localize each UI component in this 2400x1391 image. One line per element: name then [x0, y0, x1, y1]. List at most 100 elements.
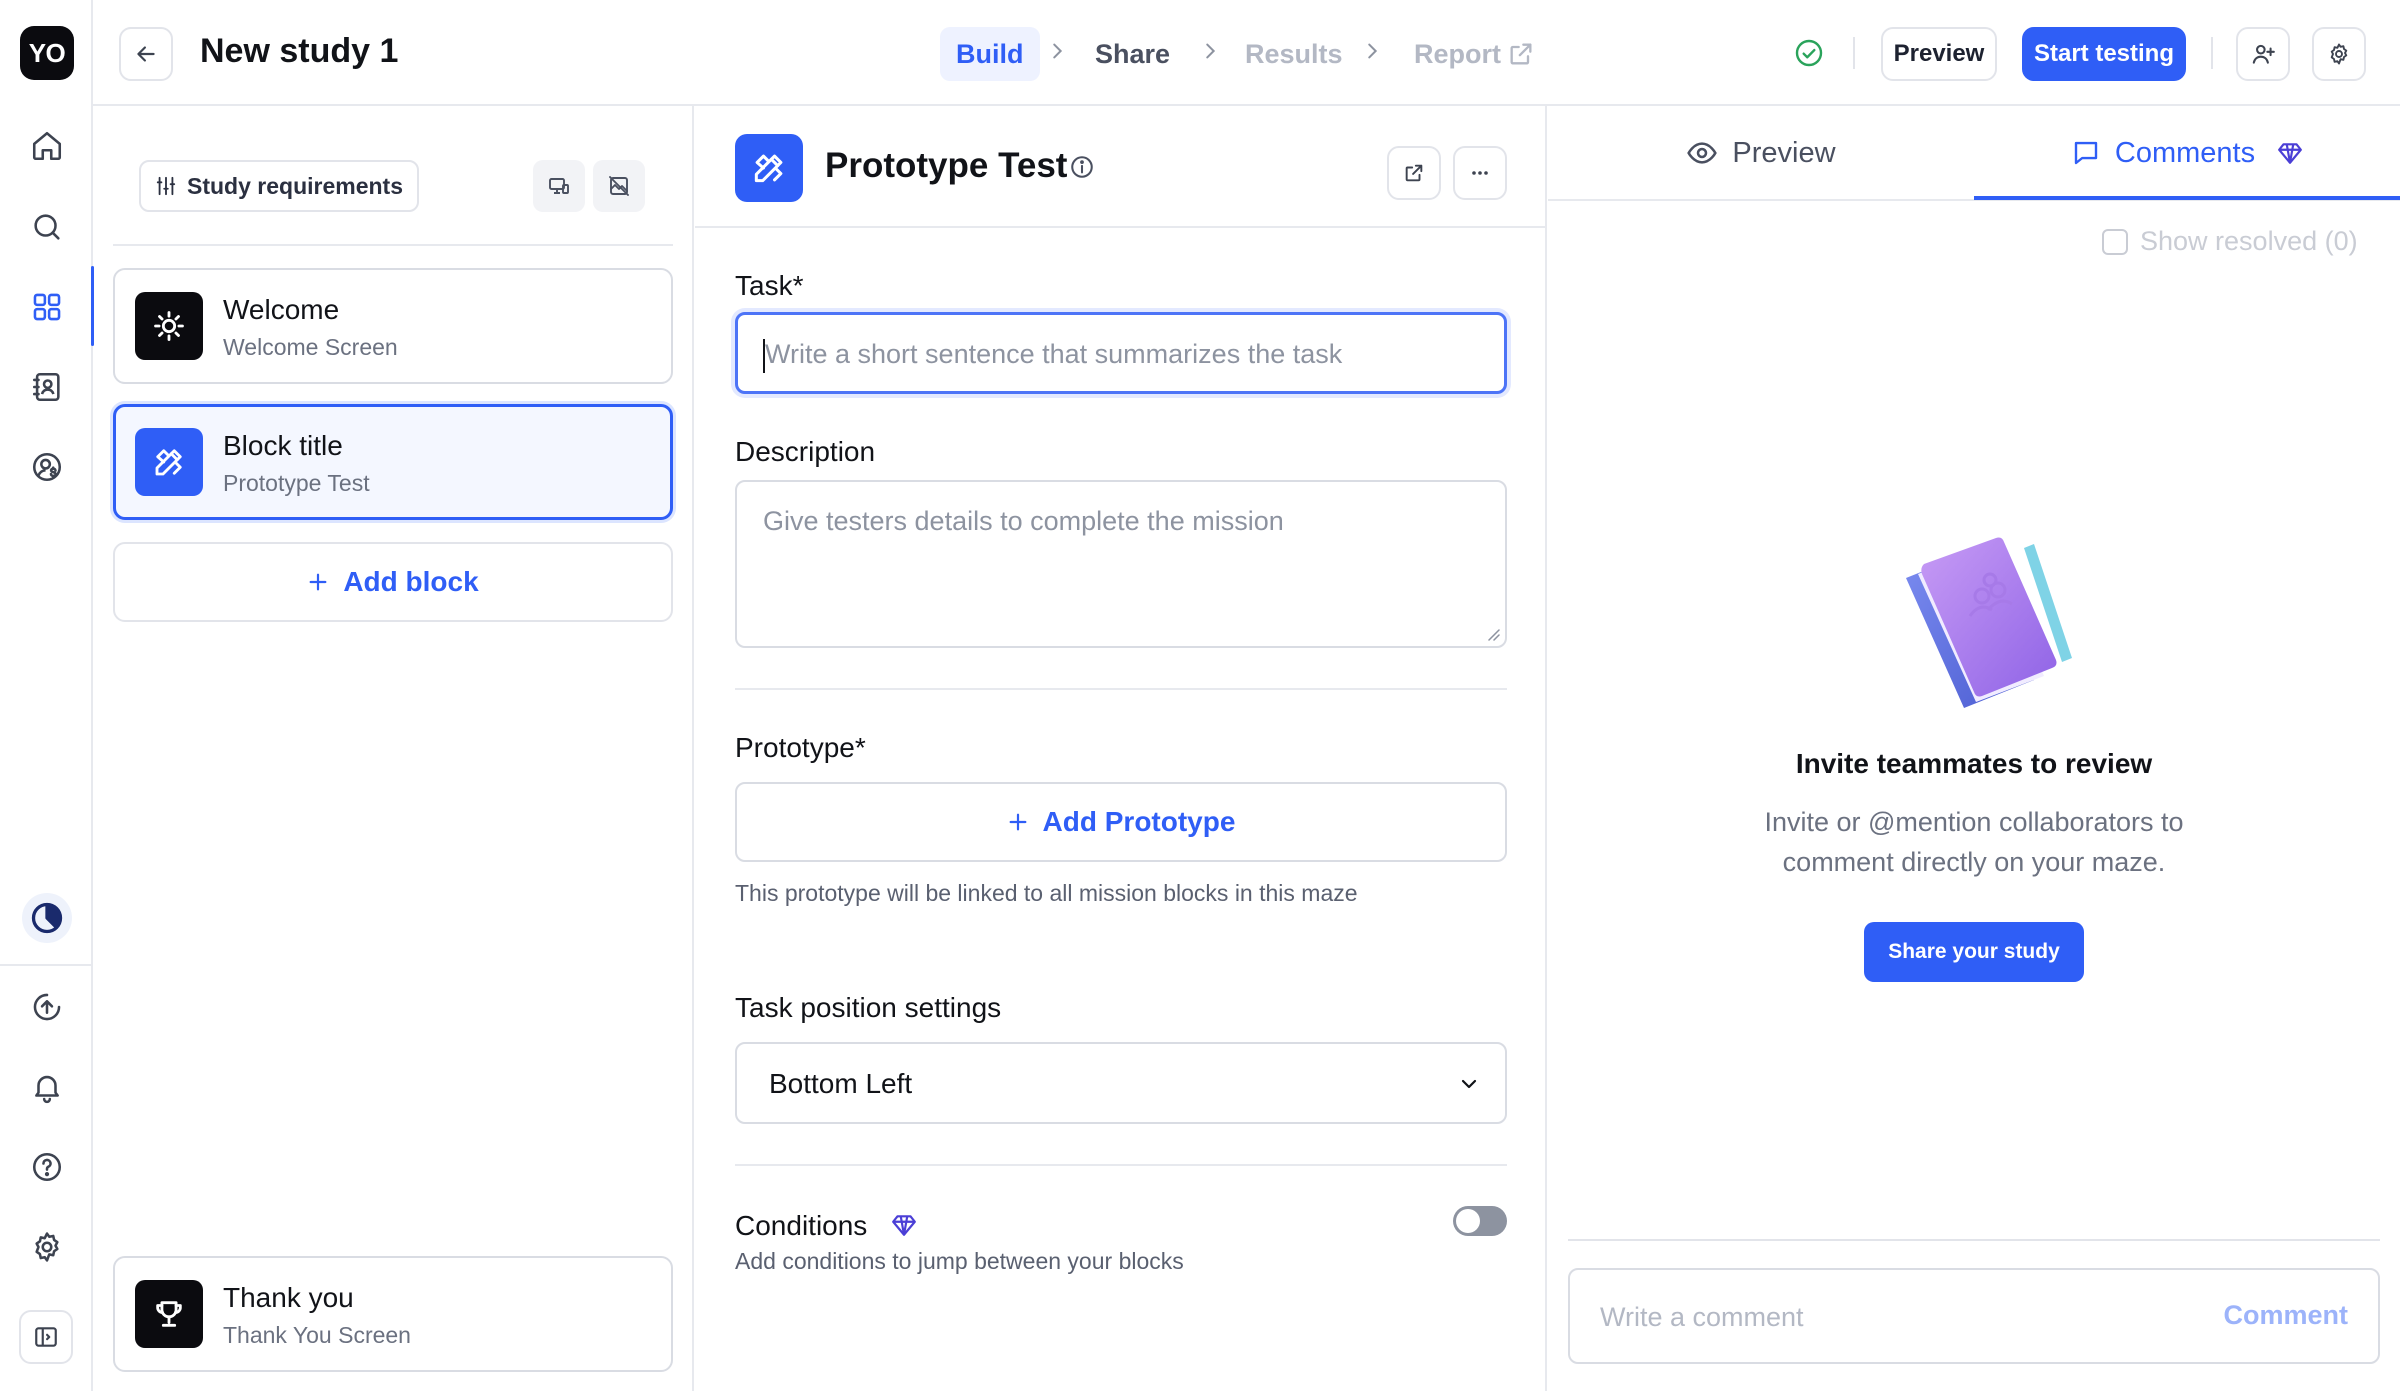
prototype-icon	[135, 428, 203, 496]
conditions-helper-text: Add conditions to jump between your bloc…	[735, 1248, 1184, 1274]
comments-panel: Preview Comments Show resolved (0) Invit…	[1548, 106, 2400, 1391]
gear-icon	[2330, 43, 2348, 65]
grid-icon[interactable]	[22, 282, 72, 332]
tab-active-indicator	[1974, 196, 2400, 200]
devices-icon	[549, 178, 569, 194]
info-icon[interactable]	[1069, 154, 1095, 180]
task-position-select[interactable]: Bottom Left	[735, 1042, 1507, 1124]
eye-icon	[1687, 142, 1718, 164]
chevron-right-icon	[1199, 40, 1221, 62]
open-external-button[interactable]	[1387, 146, 1441, 200]
add-prototype-button[interactable]: Add Prototype	[735, 782, 1507, 862]
editor-header: Prototype Test	[695, 106, 1547, 228]
arrow-left-icon	[137, 46, 155, 62]
comment-submit-button[interactable]: Comment	[2223, 1300, 2348, 1331]
prototype-icon	[735, 134, 803, 202]
back-button[interactable]	[119, 27, 173, 81]
block-card-prototype[interactable]: Block title Prototype Test	[113, 404, 673, 520]
comment-divider	[1568, 1239, 2380, 1241]
block-subtitle: Prototype Test	[223, 470, 370, 496]
plus-icon	[309, 573, 327, 591]
comment-input[interactable]: Write a comment Comment	[1568, 1268, 2380, 1364]
prototype-label: Prototype*	[735, 732, 866, 763]
step-share[interactable]: Share	[1095, 30, 1170, 78]
tab-comments[interactable]: Comments	[1974, 106, 2400, 200]
tab-preview[interactable]: Preview	[1548, 106, 1974, 200]
hide-images-button[interactable]	[593, 160, 645, 212]
bell-icon[interactable]	[22, 1062, 72, 1112]
checkbox-box[interactable]	[2102, 228, 2128, 255]
tab-preview-label: Preview	[1732, 136, 1836, 169]
sidebar-toggle-icon[interactable]	[19, 1310, 73, 1364]
share-study-button[interactable]: Share your study	[1864, 922, 2084, 982]
section-divider	[735, 688, 1507, 690]
more-options-button[interactable]	[1453, 146, 1507, 200]
plus-icon	[1009, 813, 1026, 831]
invite-title: Invite teammates to review	[1795, 748, 2153, 779]
block-title: Thank you	[223, 1282, 354, 1313]
tab-comments-label: Comments	[2114, 136, 2256, 169]
chevron-right-icon	[1361, 40, 1383, 62]
required-mark: *	[792, 270, 804, 301]
more-horizontal-icon	[1472, 171, 1488, 175]
home-icon[interactable]	[22, 121, 72, 171]
resize-handle-icon[interactable]	[1486, 627, 1500, 641]
block-title: Block title	[223, 430, 343, 461]
device-preview-button[interactable]	[533, 160, 585, 212]
external-link-icon	[1405, 164, 1423, 182]
task-label: Task*	[735, 270, 804, 301]
external-link-icon	[1507, 40, 1535, 68]
trophy-icon	[135, 1280, 203, 1348]
diamond-icon	[2278, 143, 2303, 164]
help-icon[interactable]	[22, 1142, 72, 1192]
block-card-welcome[interactable]: Welcome Welcome Screen	[113, 268, 673, 384]
show-resolved-label: Show resolved (0)	[2140, 226, 2358, 256]
contacts-icon[interactable]	[22, 362, 72, 412]
task-position-value: Bottom Left	[769, 1068, 913, 1099]
description-textarea[interactable]: Give testers details to complete the mis…	[735, 480, 1507, 648]
add-block-button[interactable]: Add block	[113, 542, 673, 622]
task-placeholder: Write a short sentence that summarizes t…	[765, 339, 1343, 369]
section-divider	[735, 1164, 1507, 1166]
description-placeholder: Give testers details to complete the mis…	[763, 506, 1284, 536]
add-block-label: Add block	[343, 566, 479, 597]
user-dollar-icon[interactable]	[22, 442, 72, 492]
preview-button[interactable]: Preview	[1881, 27, 1997, 81]
step-report: Report	[1414, 39, 1501, 69]
prototype-helper-text: This prototype will be linked to all mis…	[735, 880, 1358, 906]
add-prototype-label: Add Prototype	[1042, 806, 1236, 837]
chevron-down-icon	[1457, 1072, 1481, 1096]
saved-check-icon	[1793, 37, 1825, 69]
study-title[interactable]: New study 1	[200, 32, 398, 71]
user-plus-icon	[2252, 44, 2275, 64]
header-divider	[2211, 37, 2213, 69]
gear-icon[interactable]	[22, 1222, 72, 1272]
clock-pie-icon[interactable]	[22, 893, 72, 943]
settings-button[interactable]	[2312, 27, 2366, 81]
conditions-label: Conditions	[735, 1210, 868, 1241]
block-card-thank-you[interactable]: Thank you Thank You Screen	[113, 1256, 673, 1372]
start-testing-button[interactable]: Start testing	[2022, 27, 2186, 81]
sliders-icon	[156, 176, 176, 196]
upload-circle-icon[interactable]	[22, 982, 72, 1032]
step-build[interactable]: Build	[940, 27, 1040, 81]
block-editor: Prototype Test Task* Write a short sente…	[695, 106, 1547, 1391]
image-off-icon	[609, 176, 629, 196]
header-divider	[1853, 37, 1855, 69]
blocks-panel: Study requirements Welcome Welcome Scree…	[93, 106, 694, 1391]
rail-divider	[0, 964, 93, 966]
study-requirements-button[interactable]: Study requirements	[139, 160, 419, 212]
editor-title: Prototype Test	[825, 146, 1068, 185]
show-resolved-checkbox[interactable]: Show resolved (0)	[2102, 226, 2358, 257]
workspace-logo[interactable]: YO	[20, 26, 74, 80]
comment-placeholder: Write a comment	[1600, 1302, 1804, 1332]
toggle-knob	[1456, 1209, 1480, 1233]
invite-user-button[interactable]	[2236, 27, 2290, 81]
notebook-illustration	[1884, 530, 2074, 710]
task-input[interactable]: Write a short sentence that summarizes t…	[735, 312, 1507, 394]
invite-text: Invite or @mention collaborators to comm…	[1764, 807, 2184, 877]
conditions-toggle[interactable]	[1453, 1206, 1507, 1236]
task-position-label: Task position settings	[735, 992, 1002, 1023]
search-icon[interactable]	[22, 202, 72, 252]
required-mark: *	[854, 732, 866, 763]
